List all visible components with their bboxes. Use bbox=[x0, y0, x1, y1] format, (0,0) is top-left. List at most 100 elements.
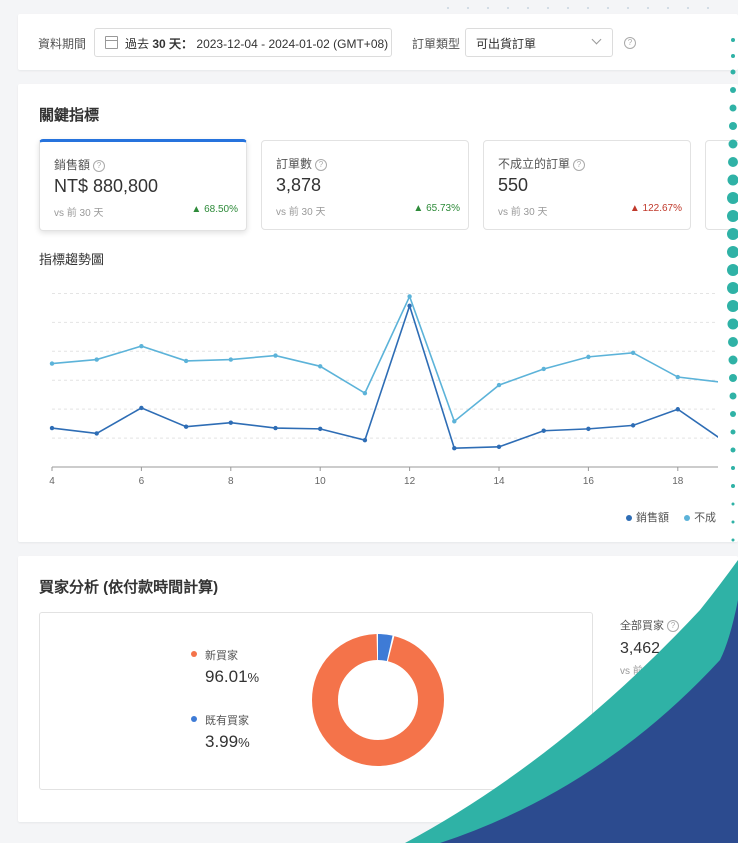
metric-compare: vs 前 30 天 bbox=[54, 208, 104, 219]
new-buyer-dot bbox=[191, 651, 197, 657]
data-point bbox=[139, 343, 144, 349]
data-point bbox=[94, 357, 99, 362]
order-type-label: 訂單類型 bbox=[412, 37, 461, 51]
buyer-analysis-panel: 買家分析 (依付款時間計算) 新買家 96.01% 既有買家 3.99% 全部買… bbox=[18, 556, 738, 822]
legend-label-failed[interactable]: 不成 bbox=[694, 512, 716, 524]
data-point bbox=[49, 361, 55, 366]
existing-buyer-value: 3.99% bbox=[205, 732, 250, 751]
date-range-picker[interactable]: 過去 30 天： 2023-12-04 - 2024-01-02 (GMT+08… bbox=[94, 28, 392, 57]
metric-label: 訂單數? bbox=[276, 155, 328, 172]
x-tick-label: 10 bbox=[315, 476, 327, 487]
metric-card-sales[interactable]: 銷售額? NT$ 880,800 vs 前 30 天 ▲ 68.50% bbox=[39, 139, 247, 231]
data-point bbox=[228, 357, 233, 362]
data-point bbox=[541, 428, 546, 433]
help-icon: ? bbox=[93, 159, 106, 172]
filter-bar: 資料期間 過去 30 天： 2023-12-04 - 2024-01-02 (G… bbox=[18, 14, 738, 70]
data-point bbox=[407, 294, 412, 299]
buyer-donut-chart bbox=[312, 634, 444, 766]
decorative-dots-top bbox=[447, 7, 709, 9]
period-days: 30 天： bbox=[152, 37, 194, 51]
metric-change: ▲ 65.73% bbox=[413, 203, 460, 214]
period-label: 資料期間 bbox=[38, 37, 87, 51]
help-icon: ? bbox=[667, 620, 679, 633]
metric-compare: vs 前 30 天 bbox=[276, 207, 326, 218]
data-point bbox=[362, 390, 368, 396]
data-point bbox=[675, 374, 680, 380]
legend-label-sales[interactable]: 銷售額 bbox=[636, 512, 669, 524]
potential-buyers-compare: vs 前 30 天 bbox=[620, 769, 670, 780]
stat-divider bbox=[620, 699, 720, 700]
potential-buyers-value: 7,827 bbox=[620, 743, 661, 760]
x-tick-label: 8 bbox=[228, 476, 234, 487]
data-point bbox=[541, 366, 546, 372]
metric-label: 不成立的訂單? bbox=[498, 155, 586, 172]
data-point bbox=[183, 424, 189, 429]
order-type-help-icon[interactable]: ? bbox=[621, 34, 636, 52]
data-point bbox=[452, 446, 457, 451]
x-tick-label: 12 bbox=[404, 476, 416, 487]
series-line-1 bbox=[51, 294, 718, 423]
donut-slice-new bbox=[312, 634, 444, 766]
key-metrics-title: 關鍵指標 bbox=[39, 107, 100, 124]
key-metrics-panel: 關鍵指標 銷售額? NT$ 880,800 vs 前 30 天 ▲ 68.50%… bbox=[18, 84, 738, 542]
x-tick-label: 16 bbox=[583, 476, 595, 487]
period-prefix: 過去 bbox=[125, 37, 150, 51]
data-point bbox=[407, 303, 412, 309]
x-tick-label: 4 bbox=[49, 476, 55, 487]
x-tick-label: 18 bbox=[672, 476, 684, 487]
data-point bbox=[183, 358, 189, 364]
data-point bbox=[630, 423, 636, 428]
potential-buyers-label: 潛在買家? bbox=[620, 723, 679, 736]
data-point bbox=[496, 382, 502, 388]
trend-chart: 4 6 8 10 12 14 16 18 bbox=[49, 292, 718, 487]
help-icon: ? bbox=[315, 158, 328, 171]
metric-compare: vs 前 30 天 bbox=[498, 207, 548, 218]
data-point bbox=[273, 425, 278, 431]
data-point bbox=[139, 405, 144, 411]
legend-dot-sales bbox=[626, 515, 632, 521]
metric-change: ▲ 122.67% bbox=[629, 203, 682, 214]
all-buyers-label: 全部買家? bbox=[620, 620, 679, 633]
new-buyer-label: 新買家 bbox=[205, 650, 238, 662]
help-icon: ? bbox=[667, 723, 679, 736]
metric-change: ▲ 68.50% bbox=[191, 204, 238, 215]
data-point bbox=[675, 407, 680, 412]
all-buyers-stat: 全部買家? 3,462 vs 前 30 天 bbox=[620, 616, 730, 677]
data-point bbox=[273, 353, 278, 358]
metric-card-failed-orders[interactable]: 不成立的訂單? 550 vs 前 30 天 ▲ 122.67% bbox=[483, 140, 691, 230]
trend-title: 指標趨勢圖 bbox=[39, 252, 105, 267]
data-point bbox=[362, 437, 368, 443]
period-range: 2023-12-04 - 2024-01-02 (GMT+08) bbox=[196, 37, 389, 51]
metric-value: 550 bbox=[498, 175, 529, 195]
metric-value: NT$ 880,800 bbox=[54, 176, 159, 196]
potential-buyers-stat: 潛在買家? 7,827 vs 前 30 天 bbox=[620, 719, 730, 780]
order-type-value: 可出貨訂單 bbox=[476, 37, 537, 51]
data-point bbox=[496, 444, 502, 450]
all-buyers-compare: vs 前 30 天 bbox=[620, 666, 670, 677]
chart-legend: 銷售額 不成 bbox=[626, 509, 716, 525]
order-type-select[interactable]: 可出貨訂單 bbox=[465, 28, 613, 57]
calendar-icon bbox=[105, 36, 118, 49]
data-point bbox=[49, 425, 55, 431]
legend-dot-failed bbox=[684, 515, 691, 521]
data-point bbox=[452, 419, 457, 424]
series-line-0 bbox=[51, 303, 718, 450]
existing-buyer-dot bbox=[191, 716, 197, 722]
metric-card-orders[interactable]: 訂單數? 3,878 vs 前 30 天 ▲ 65.73% bbox=[261, 140, 469, 230]
data-point bbox=[586, 354, 591, 360]
buyer-breakdown-box: 新買家 96.01% 既有買家 3.99% bbox=[39, 612, 593, 790]
help-icon: ? bbox=[573, 158, 586, 171]
existing-buyer-label: 既有買家 bbox=[205, 715, 249, 727]
data-point bbox=[586, 426, 591, 432]
new-buyer-value: 96.01% bbox=[205, 667, 260, 686]
metric-value: 3,878 bbox=[276, 175, 322, 195]
x-tick-label: 6 bbox=[139, 476, 145, 487]
chevron-down-icon bbox=[591, 34, 602, 45]
data-point bbox=[228, 420, 233, 425]
metric-card-partial[interactable] bbox=[705, 140, 738, 230]
data-point bbox=[630, 350, 636, 356]
date-range-text: 過去 30 天： 2023-12-04 - 2024-01-02 (GMT+08… bbox=[125, 35, 388, 52]
metric-label: 銷售額? bbox=[54, 156, 106, 173]
all-buyers-value: 3,462 bbox=[620, 640, 661, 657]
x-tick-label: 14 bbox=[493, 476, 505, 487]
